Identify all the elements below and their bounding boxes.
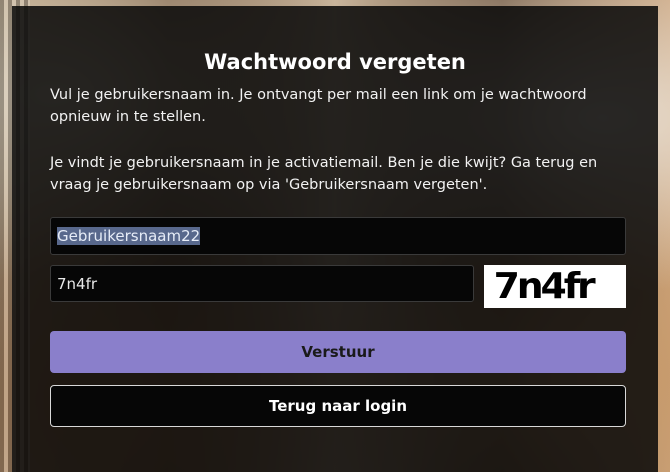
captcha-input[interactable]: 7n4fr: [50, 265, 474, 302]
help-text: Je vindt je gebruikersnaam in je activat…: [50, 155, 598, 193]
back-to-login-button[interactable]: Terug naar login: [50, 385, 626, 427]
username-input[interactable]: Gebruikersnaam22: [50, 217, 626, 255]
dialog-title: Wachtwoord vergeten: [204, 50, 466, 74]
submit-button[interactable]: Verstuur: [50, 331, 626, 373]
forgot-password-dialog: Wachtwoord vergeten Vul je gebruikersnaa…: [12, 6, 658, 472]
instruction-text: Vul je gebruikersnaam in. Je ontvangt pe…: [50, 87, 587, 125]
captcha-input-value: 7n4fr: [57, 274, 98, 293]
captcha-image-text: 7n4fr: [493, 266, 596, 307]
captcha-image: 7n4fr: [484, 265, 626, 308]
username-value: Gebruikersnaam22: [57, 227, 201, 245]
